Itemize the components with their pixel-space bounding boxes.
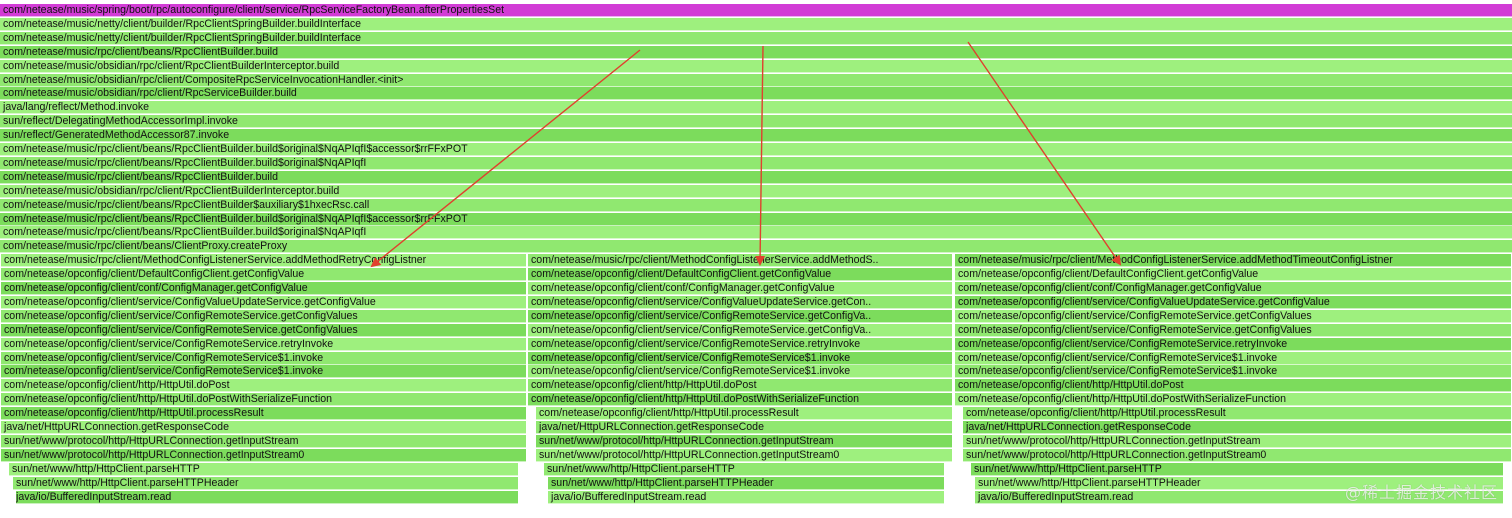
stack-frame-col3[interactable]: com/netease/opconfig/client/conf/ConfigM… — [955, 282, 1511, 295]
stack-frame-col1[interactable]: com/netease/opconfig/client/service/Conf… — [1, 337, 526, 351]
stack-frame-col3[interactable]: com/netease/music/rpc/client/MethodConfi… — [955, 254, 1511, 268]
stack-frame-col2[interactable]: com/netease/opconfig/client/service/Conf… — [528, 309, 952, 323]
stack-frame-col2[interactable]: java/io/BufferedInputStream.read — [548, 490, 944, 504]
stack-frame-col1[interactable]: com/netease/opconfig/client/service/Conf… — [1, 309, 526, 323]
stack-frame-col2[interactable]: com/netease/opconfig/client/service/Conf… — [528, 295, 952, 309]
frame-gap — [0, 476, 12, 490]
stack-frame-top[interactable]: com/netease/music/spring/boot/rpc/autoco… — [0, 4, 1512, 17]
stack-frame-col3[interactable]: sun/net/www/protocol/http/HttpURLConnect… — [963, 448, 1511, 462]
stack-frame-col3[interactable]: sun/net/www/http/HttpClient.parseHTTP — [971, 462, 1503, 476]
stack-frame-col3[interactable]: com/netease/opconfig/client/service/Conf… — [955, 365, 1511, 379]
stack-frame-col1[interactable]: com/netease/opconfig/client/service/Conf… — [1, 323, 526, 337]
stack-frame-col2[interactable]: sun/net/www/protocol/http/HttpURLConnect… — [536, 448, 952, 462]
stack-frame-col3[interactable]: com/netease/opconfig/client/service/Conf… — [955, 337, 1511, 351]
stack-frame-col1[interactable]: com/netease/opconfig/client/service/Conf… — [1, 365, 526, 379]
stack-frame-col1[interactable]: com/netease/opconfig/client/http/HttpUti… — [1, 379, 526, 393]
stack-frame-shared[interactable]: com/netease/music/netty/client/builder/R… — [0, 17, 1512, 31]
stack-frame-shared[interactable]: com/netease/music/rpc/client/beans/Clien… — [0, 240, 1512, 254]
stack-frame-shared[interactable]: com/netease/music/rpc/client/beans/RpcCl… — [0, 212, 1512, 226]
stack-frame-shared[interactable]: com/netease/music/obsidian/rpc/client/Rp… — [0, 87, 1512, 101]
stack-frame-shared[interactable]: com/netease/music/obsidian/rpc/client/Rp… — [0, 59, 1512, 73]
stack-frame-col3[interactable]: com/netease/opconfig/client/DefaultConfi… — [955, 268, 1511, 282]
stack-frame-col3[interactable]: java/net/HttpURLConnection.getResponseCo… — [963, 421, 1511, 434]
stack-frame-col3[interactable]: com/netease/opconfig/client/service/Conf… — [955, 351, 1511, 365]
stack-frame-col1[interactable]: sun/net/www/protocol/http/HttpURLConnect… — [1, 434, 526, 448]
stack-frame-shared[interactable]: com/netease/music/rpc/client/beans/RpcCl… — [0, 45, 1512, 59]
stack-frame-col2[interactable]: com/netease/opconfig/client/http/HttpUti… — [528, 379, 952, 393]
flame-graph: com/netease/music/spring/boot/rpc/autoco… — [0, 0, 1512, 518]
stack-frame-col3[interactable]: com/netease/opconfig/client/service/Conf… — [955, 309, 1511, 323]
stack-frame-shared[interactable]: com/netease/music/rpc/client/beans/RpcCl… — [0, 226, 1512, 240]
stack-frame-shared[interactable]: java/lang/reflect/Method.invoke — [0, 101, 1512, 115]
stack-frame-col2[interactable]: com/netease/music/rpc/client/MethodConfi… — [528, 254, 952, 268]
stack-frame-shared[interactable]: sun/reflect/GeneratedMethodAccessor87.in… — [0, 129, 1512, 143]
stack-frame-col3[interactable]: com/netease/opconfig/client/http/HttpUti… — [955, 393, 1511, 407]
stack-frame-col2[interactable]: com/netease/opconfig/client/service/Conf… — [528, 323, 952, 337]
stack-frame-col1[interactable]: sun/net/www/http/HttpClient.parseHTTPHea… — [13, 476, 518, 490]
stack-frame-col1[interactable]: com/netease/opconfig/client/service/Conf… — [1, 351, 526, 365]
stack-frame-col1[interactable]: java/net/HttpURLConnection.getResponseCo… — [1, 421, 526, 434]
stack-frame-shared[interactable]: com/netease/music/rpc/client/beans/RpcCl… — [0, 143, 1512, 156]
stack-frame-col2[interactable]: com/netease/opconfig/client/service/Conf… — [528, 365, 952, 379]
stack-frame-col2[interactable]: sun/net/www/protocol/http/HttpURLConnect… — [536, 434, 952, 448]
watermark-text: @稀土掘金技术社区 — [1344, 483, 1498, 502]
stack-frame-col2[interactable]: com/netease/opconfig/client/DefaultConfi… — [528, 268, 952, 282]
stack-frame-col1[interactable]: com/netease/music/rpc/client/MethodConfi… — [1, 254, 526, 268]
stack-frame-col1[interactable]: com/netease/opconfig/client/http/HttpUti… — [1, 407, 526, 421]
stack-frame-col1[interactable]: sun/net/www/http/HttpClient.parseHTTP — [9, 462, 518, 476]
stack-frame-col2[interactable]: sun/net/www/http/HttpClient.parseHTTP — [544, 462, 944, 476]
stack-frame-shared[interactable]: com/netease/music/rpc/client/beans/RpcCl… — [0, 156, 1512, 170]
frame-gap — [0, 490, 16, 504]
stack-frame-col3[interactable]: com/netease/opconfig/client/service/Conf… — [955, 295, 1511, 309]
stack-frame-col3[interactable]: sun/net/www/protocol/http/HttpURLConnect… — [963, 434, 1511, 448]
stack-frame-shared[interactable]: sun/reflect/DelegatingMethodAccessorImpl… — [0, 115, 1512, 129]
frame-gap — [0, 462, 8, 476]
stack-frame-col3[interactable]: com/netease/opconfig/client/http/HttpUti… — [955, 379, 1511, 393]
stack-frame-col2[interactable]: com/netease/opconfig/client/http/HttpUti… — [528, 393, 952, 407]
stack-frame-col1[interactable]: com/netease/opconfig/client/DefaultConfi… — [1, 268, 526, 282]
stack-frame-col2[interactable]: java/net/HttpURLConnection.getResponseCo… — [536, 421, 952, 434]
stack-frame-shared[interactable]: com/netease/music/rpc/client/beans/RpcCl… — [0, 198, 1512, 212]
stack-frame-shared[interactable]: com/netease/music/obsidian/rpc/client/Rp… — [0, 184, 1512, 198]
stack-frame-shared[interactable]: com/netease/music/obsidian/rpc/client/Co… — [0, 73, 1512, 87]
stack-frame-col3[interactable]: com/netease/opconfig/client/http/HttpUti… — [963, 407, 1511, 421]
stack-frame-col1[interactable]: com/netease/opconfig/client/service/Conf… — [1, 295, 526, 309]
stack-frame-col2[interactable]: com/netease/opconfig/client/service/Conf… — [528, 351, 952, 365]
stack-frame-shared[interactable]: com/netease/music/netty/client/builder/R… — [0, 31, 1512, 45]
stack-frame-col1[interactable]: java/io/BufferedInputStream.read — [13, 490, 518, 504]
stack-frame-col1[interactable]: com/netease/opconfig/client/conf/ConfigM… — [1, 282, 526, 295]
stack-frame-col2[interactable]: com/netease/opconfig/client/service/Conf… — [528, 337, 952, 351]
stack-frame-col2[interactable]: sun/net/www/http/HttpClient.parseHTTPHea… — [548, 476, 944, 490]
stack-frame-col1[interactable]: com/netease/opconfig/client/http/HttpUti… — [1, 393, 526, 407]
stack-frame-col2[interactable]: com/netease/opconfig/client/conf/ConfigM… — [528, 282, 952, 295]
stack-frame-col1[interactable]: sun/net/www/protocol/http/HttpURLConnect… — [1, 448, 526, 462]
stack-frame-col3[interactable]: com/netease/opconfig/client/service/Conf… — [955, 323, 1511, 337]
stack-frame-shared[interactable]: com/netease/music/rpc/client/beans/RpcCl… — [0, 170, 1512, 184]
stack-frame-col2[interactable]: com/netease/opconfig/client/http/HttpUti… — [536, 407, 952, 421]
